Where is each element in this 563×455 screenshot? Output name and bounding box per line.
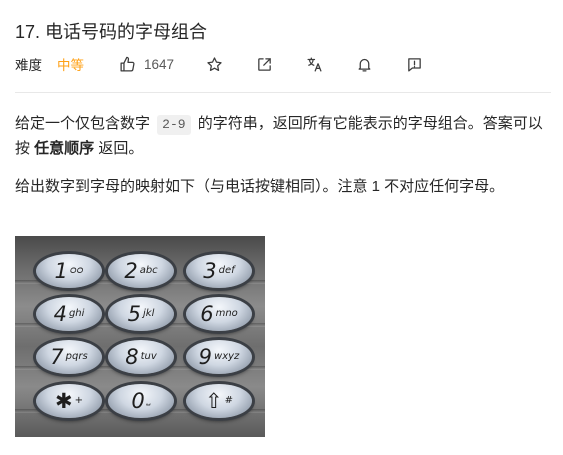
key-letters: ⎵ xyxy=(146,395,151,406)
key-digit: 2 xyxy=(124,258,138,283)
difficulty-badge: 中等 xyxy=(57,58,84,73)
key-digit: 0 xyxy=(131,388,145,413)
phone-keypad-image: 1 ᴑᴑ 2 abc 3 def 4 ghi 5 jkl 6 mno 7 pqrs 8 tuv 9 wxyz ✱ +0… xyxy=(15,236,265,437)
key-digit: 1 xyxy=(54,258,68,283)
keypad-key-4: 4 ghi xyxy=(36,297,102,331)
translate-icon[interactable] xyxy=(304,54,324,74)
keypad-key-10: ✱ + xyxy=(36,384,102,418)
like-count: 1647 xyxy=(144,56,175,72)
keypad-key-7: 7 pqrs xyxy=(36,340,102,374)
keypad-key-5: 5 jkl xyxy=(108,297,174,331)
keypad-key-1: 1 ᴑᴑ xyxy=(36,254,102,288)
star-icon[interactable] xyxy=(204,54,224,74)
keypad-key-2: 2 abc xyxy=(108,254,174,288)
description-paragraph-1: 给定一个仅包含数字 2-9 的字符串，返回所有它能表示的字母组合。答案可以按 任… xyxy=(15,115,543,157)
keypad-key-6: 6 mno xyxy=(186,297,252,331)
key-letters: # xyxy=(224,395,233,406)
thumbs-up-icon xyxy=(117,54,137,74)
key-letters: mno xyxy=(215,308,238,319)
key-digit: 4 xyxy=(53,301,67,326)
description-paragraph-2: 给出数字到字母的映射如下（与电话按键相同）。注意 1 不对应任何字母。 xyxy=(15,178,505,195)
key-digit: ⇧ xyxy=(205,388,223,413)
difficulty-label: 难度 xyxy=(15,58,42,73)
inline-code: 2-9 xyxy=(157,115,191,135)
key-digit: 3 xyxy=(203,258,217,283)
key-letters: ghi xyxy=(68,308,85,319)
key-letters: tuv xyxy=(140,351,157,362)
key-letters: jkl xyxy=(143,308,155,319)
bell-icon[interactable] xyxy=(354,54,374,74)
problem-title: 17. 电话号码的字母组合 xyxy=(15,22,208,42)
share-icon[interactable] xyxy=(254,54,274,74)
divider xyxy=(15,92,551,93)
key-digit: 5 xyxy=(127,301,141,326)
key-letters: abc xyxy=(139,265,158,276)
key-letters: + xyxy=(74,395,83,406)
key-digit: 9 xyxy=(198,344,213,369)
key-digit: 7 xyxy=(50,344,64,369)
feedback-icon[interactable] xyxy=(404,54,424,74)
keypad-key-11: 0 ⎵ xyxy=(108,384,174,418)
key-digit: ✱ xyxy=(55,388,73,413)
keypad-key-12: ⇧ # xyxy=(186,384,252,418)
bold-text: 任意顺序 xyxy=(34,140,95,157)
problem-meta-bar: 难度 中等 1647 xyxy=(15,53,424,75)
key-digit: 8 xyxy=(125,344,139,369)
key-letters: pqrs xyxy=(65,351,88,362)
key-letters: ᴑᴑ xyxy=(69,265,84,276)
key-letters: wxyz xyxy=(214,351,240,362)
keypad-key-3: 3 def xyxy=(186,254,252,288)
key-letters: def xyxy=(218,265,235,276)
key-digit: 6 xyxy=(200,301,214,326)
keypad-key-9: 9 wxyz xyxy=(186,340,252,374)
keypad-key-8: 8 tuv xyxy=(108,340,174,374)
like-button[interactable]: 1647 xyxy=(117,54,174,74)
